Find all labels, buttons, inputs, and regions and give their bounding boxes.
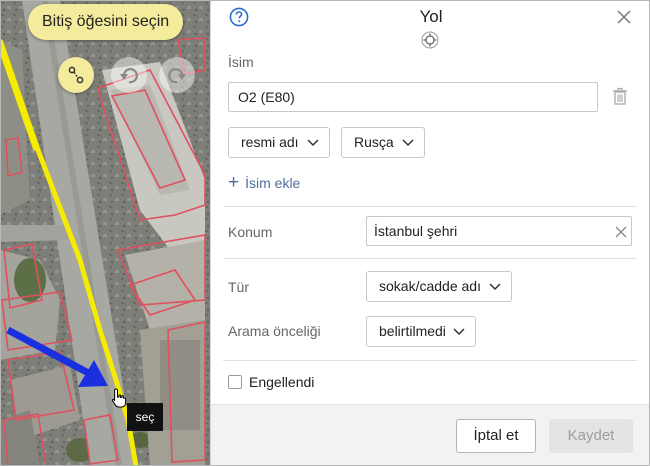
name-input[interactable]: O2 (E80): [228, 82, 598, 112]
route-point-button[interactable]: [58, 57, 94, 93]
chevron-down-icon: [307, 139, 319, 147]
search-priority-select[interactable]: belirtilmedi: [366, 316, 476, 347]
name-label: İsim: [228, 54, 254, 70]
add-name-label: İsim ekle: [245, 175, 301, 191]
blocked-checkbox[interactable]: [228, 375, 242, 389]
search-priority-value: belirtilmedi: [379, 323, 446, 339]
redo-icon: [168, 68, 186, 84]
close-icon[interactable]: [616, 9, 632, 25]
cancel-button[interactable]: İptal et: [456, 419, 536, 453]
name-type-value: resmi adı: [241, 134, 299, 150]
instruction-hint: Bitiş öğesini seçin: [28, 4, 184, 40]
panel-footer: İptal et Kaydet: [211, 404, 650, 466]
chevron-down-icon: [402, 139, 414, 147]
select-tooltip: seç: [127, 403, 163, 431]
divider: [223, 258, 637, 259]
plus-icon: +: [228, 172, 240, 193]
chevron-down-icon: [453, 328, 465, 336]
type-label: Tür: [228, 279, 249, 295]
language-value: Rusça: [354, 134, 394, 150]
map-view[interactable]: Bitiş öğesini seçin seç: [0, 0, 210, 466]
location-label: Konum: [228, 224, 273, 240]
save-button[interactable]: Kaydet: [549, 419, 633, 453]
undo-button[interactable]: [111, 57, 147, 93]
type-select[interactable]: sokak/cadde adı: [366, 271, 512, 302]
language-select[interactable]: Rusça: [341, 127, 425, 158]
divider: [223, 206, 637, 207]
location-input[interactable]: İstanbul şehri: [366, 216, 632, 246]
search-priority-label: Arama önceliği: [228, 323, 321, 339]
chevron-down-icon: [489, 283, 501, 291]
add-name-link[interactable]: + İsim ekle: [228, 172, 301, 193]
divider: [223, 360, 637, 361]
route-point-icon: [68, 66, 84, 84]
locate-object-icon[interactable]: [421, 31, 439, 49]
blocked-label[interactable]: Engellendi: [249, 374, 314, 390]
object-editor-panel: Yol İsim O2 (E80) resmi adı Rusça + İsim…: [210, 0, 650, 466]
panel-title: Yol: [419, 7, 443, 26]
hand-cursor-icon: [111, 388, 127, 408]
redo-button[interactable]: [159, 57, 195, 93]
clear-icon[interactable]: [615, 226, 627, 238]
undo-icon: [120, 68, 138, 84]
name-type-select[interactable]: resmi adı: [228, 127, 330, 158]
type-value: sokak/cadde adı: [379, 278, 481, 294]
trash-icon[interactable]: [611, 87, 629, 106]
